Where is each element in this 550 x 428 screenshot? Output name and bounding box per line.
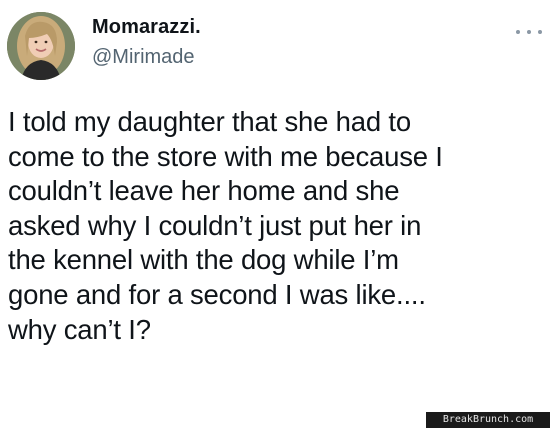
watermark: BreakBrunch.com <box>426 412 550 428</box>
avatar[interactable] <box>7 12 75 80</box>
tweet-card: Momarazzi. @Mirimade I told my daughter … <box>0 0 550 428</box>
author-display-name[interactable]: Momarazzi. <box>92 16 201 39</box>
tweet-text: I told my daughter that she had to come … <box>8 106 443 345</box>
author-handle[interactable]: @Mirimade <box>92 46 195 69</box>
avatar-photo-icon <box>7 12 75 80</box>
more-options-icon[interactable] <box>516 26 542 38</box>
more-dot <box>527 30 531 34</box>
more-dot <box>538 30 542 34</box>
more-dot <box>516 30 520 34</box>
